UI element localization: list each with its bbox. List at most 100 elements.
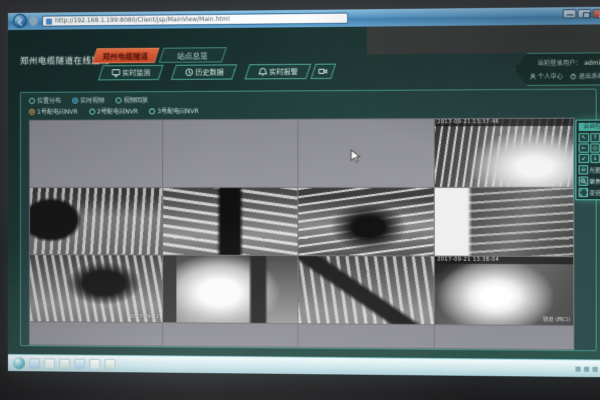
camera-cell[interactable] (163, 323, 297, 350)
maximize-icon (582, 12, 589, 18)
url-text: http://192.168.1.199:8080/Client/jsp/Mai… (55, 16, 230, 25)
camera-cell[interactable] (435, 188, 573, 256)
menu-video[interactable] (310, 64, 336, 79)
menu-label: 历史数据 (195, 67, 224, 77)
camera-cell[interactable] (30, 120, 162, 187)
radio-nvr-2[interactable]: 2号配电间NVR (89, 106, 138, 115)
taskbar-icon[interactable] (89, 358, 100, 369)
iris-minus-button[interactable]: ⊖ (579, 165, 589, 174)
video-icon (318, 67, 327, 76)
camera-feed (298, 188, 434, 256)
taskbar-icon[interactable] (44, 358, 55, 369)
camera-cell[interactable]: 2017-09-21 13:38:04 隧道 (西口) (435, 257, 573, 326)
tray-icon[interactable] (592, 366, 597, 371)
back-arrow-icon (17, 18, 24, 25)
radio-dot (29, 108, 35, 114)
window-controls (563, 9, 600, 19)
ptz-zoom-row: 变倍 (579, 188, 600, 197)
user-info-panel: 当前登录用户：admin 个人中心 退出系统 (514, 52, 600, 86)
menu-realtime-alarm[interactable]: 实时报警 (244, 64, 311, 80)
camera-cell[interactable] (298, 119, 434, 187)
power-icon (571, 73, 577, 79)
menu-realtime-monitor[interactable]: 实时监测 (98, 65, 164, 81)
tray-icon[interactable] (575, 366, 580, 371)
ptz-panel: 云台控制 ↖ ↑ ↗ ← ◎ → ↙ ↓ ↘ ⊖ 光圈 ⊕ (575, 120, 600, 201)
header-dark-region (367, 24, 600, 54)
close-button[interactable] (592, 9, 600, 18)
radio-label: 2号配电间NVR (97, 106, 138, 115)
radio-nvr-3[interactable]: 3号配电间NVR (149, 106, 198, 115)
logout-link[interactable]: 退出系统 (571, 71, 600, 81)
ptz-up-left-button[interactable]: ↖ (579, 133, 589, 142)
camera-osd-timestamp: 2017-09-21 13:37:46 (435, 119, 573, 127)
radio-dot (29, 97, 35, 103)
camera-osd-label: 隧道 (西口) (543, 316, 570, 323)
system-tray (575, 366, 600, 371)
monitor-icon (111, 68, 120, 77)
address-bar[interactable]: http://192.168.1.199:8080/Client/jsp/Mai… (42, 13, 348, 27)
tray-icon[interactable] (584, 366, 589, 371)
focus-label: 聚焦 (589, 177, 600, 185)
camera-feed (163, 188, 297, 255)
radio-label: 实时视频 (80, 95, 104, 104)
start-button[interactable] (13, 357, 25, 369)
camera-osd-timestamp: 2017-09-21 13:38:04 (435, 257, 573, 265)
ptz-down-left-button[interactable]: ↙ (579, 154, 589, 163)
minimize-button[interactable] (563, 9, 577, 18)
radio-label: 位置分布 (37, 96, 61, 105)
radio-dot (72, 97, 78, 103)
ptz-iris-row: ⊖ 光圈 ⊕ (579, 165, 600, 174)
camera-cell[interactable]: 2017-09-21 13:37:46 (435, 119, 573, 187)
radio-label: 1号配电间NVR (37, 107, 78, 116)
logout-label: 退出系统 (579, 71, 600, 80)
zoom-out-button[interactable] (579, 188, 589, 197)
camera-cell[interactable] (298, 324, 434, 350)
radio-playback[interactable]: 视频回放 (116, 95, 148, 104)
camera-cell[interactable] (30, 188, 162, 255)
camera-feed (163, 256, 297, 324)
menu-history-data[interactable]: 历史数据 (171, 64, 237, 80)
camera-feed (30, 255, 162, 322)
radio-dot (89, 108, 95, 114)
tab-tunnel[interactable]: 郑州电缆隧道 (92, 48, 160, 64)
taskbar-icon[interactable] (74, 358, 85, 369)
focus-out-button[interactable] (579, 176, 589, 185)
photo-background: http://192.168.1.199:8080/Client/jsp/Mai… (0, 0, 600, 400)
forward-button[interactable] (29, 17, 38, 26)
iris-label: 光圈 (589, 166, 600, 174)
profile-label: 个人中心 (538, 71, 564, 80)
ptz-left-button[interactable]: ← (579, 143, 589, 152)
view-mode-radios: 位置分布 实时视频 视频回放 (29, 95, 148, 105)
profile-link[interactable]: 个人中心 (530, 71, 563, 81)
radio-nvr-1[interactable]: 1号配电间NVR (29, 107, 78, 116)
ptz-focus-row: 聚焦 (579, 176, 600, 185)
tab-site-overview[interactable]: 站点总览 (159, 47, 227, 63)
camera-cell[interactable] (163, 256, 297, 324)
radio-live-video[interactable]: 实时视频 (72, 95, 104, 104)
menu-label: 实时监测 (122, 67, 150, 77)
camera-cell[interactable] (298, 256, 434, 324)
taskbar-icon[interactable] (59, 358, 70, 369)
app-page: 郑州电缆隧道在线监测 郑州电缆隧道 站点总览 实时监测 历史数据 实时报警 当前… (8, 24, 600, 359)
zoom-label: 变倍 (589, 188, 600, 196)
ptz-up-button[interactable]: ↑ (590, 133, 600, 142)
camera-feed (298, 256, 434, 324)
radio-position-map[interactable]: 位置分布 (29, 96, 61, 105)
main-panel: 位置分布 实时视频 视频回放 1号配电间NVR 2号配电间NVR 3号配电间NV… (20, 89, 597, 352)
back-button[interactable] (13, 14, 27, 28)
ptz-down-button[interactable]: ↓ (590, 154, 600, 163)
taskbar-icon[interactable] (104, 358, 115, 369)
camera-cell[interactable] (163, 120, 297, 187)
camera-cell[interactable] (163, 188, 297, 255)
maximize-button[interactable] (578, 9, 592, 18)
camera-cell[interactable] (298, 188, 434, 256)
camera-cell[interactable] (30, 322, 162, 350)
alarm-icon (258, 67, 267, 76)
camera-cell[interactable] (435, 325, 573, 350)
monitor-screen: http://192.168.1.199:8080/Client/jsp/Mai… (8, 7, 600, 378)
taskbar-icon[interactable] (29, 358, 40, 369)
camera-feed (30, 188, 162, 255)
ptz-auto-scan-button[interactable]: ◎ (590, 143, 600, 152)
person-icon (530, 73, 536, 79)
camera-cell[interactable]: 2017-09-21 (30, 255, 162, 322)
